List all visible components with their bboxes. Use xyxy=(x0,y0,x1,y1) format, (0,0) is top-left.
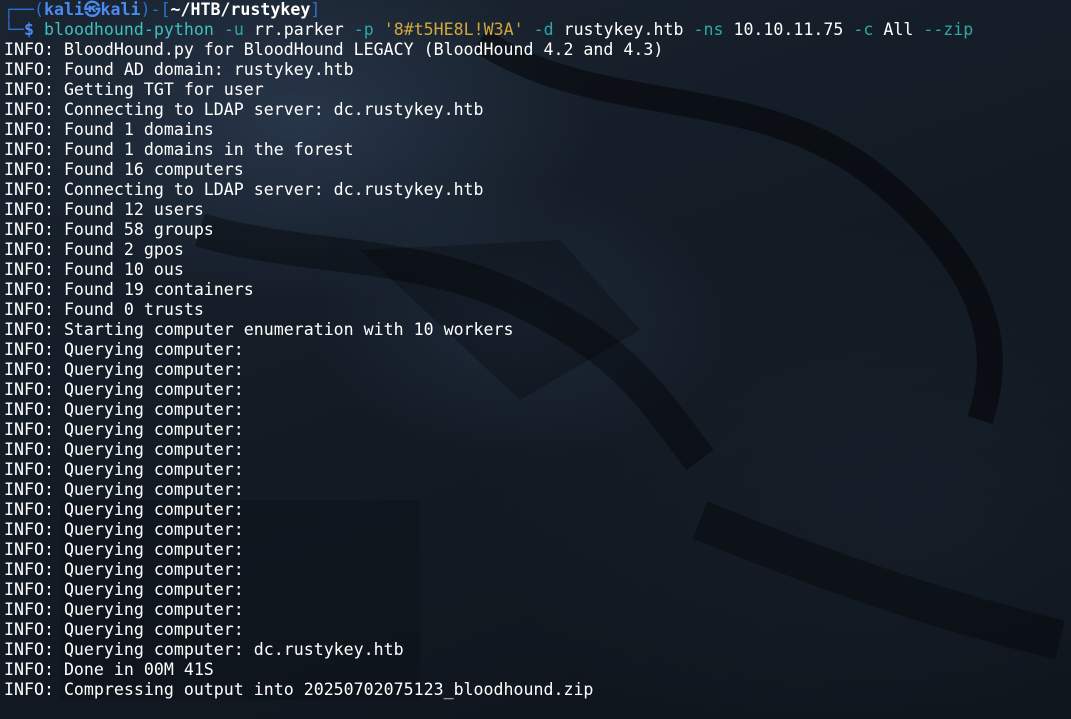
output-line: INFO: Found 10 ous xyxy=(4,260,184,279)
command-line[interactable]: └─$ bloodhound-python -u rr.parker -p '8… xyxy=(4,20,1071,40)
terminal-window[interactable]: ┌──(kali㉿kali)-[~/HTB/rustykey] └─$ bloo… xyxy=(4,0,1071,700)
output-line: INFO: Querying computer: dc.rustykey.htb xyxy=(4,640,404,659)
prompt-symbol: $ xyxy=(23,20,34,39)
command-flag: --zip xyxy=(923,20,974,39)
output-line: INFO: Querying computer: xyxy=(4,400,244,419)
output-line: INFO: Querying computer: xyxy=(4,420,244,439)
prompt-host: kali xyxy=(100,0,141,19)
output-line: INFO: Querying computer: xyxy=(4,540,244,559)
prompt-box-top: ┌──( xyxy=(4,0,44,19)
output-line: INFO: Querying computer: xyxy=(4,520,244,539)
command-arg: 10.10.11.75 xyxy=(733,20,844,39)
output-line: INFO: Found 58 groups xyxy=(4,220,214,239)
output-line: INFO: Querying computer: xyxy=(4,380,244,399)
prompt-box-end: ] xyxy=(310,0,321,19)
command-flag: -d xyxy=(533,20,554,39)
output-line: INFO: Found 1 domains xyxy=(4,120,214,139)
command-arg: rustykey.htb xyxy=(563,20,684,39)
prompt-path: ~/HTB/rustykey xyxy=(170,0,311,19)
output-line: INFO: Querying computer: xyxy=(4,500,244,519)
command-flag: -ns xyxy=(693,20,724,39)
command-output: INFO: BloodHound.py for BloodHound LEGAC… xyxy=(4,40,1071,700)
output-line: INFO: Querying computer: xyxy=(4,440,244,459)
command-program: bloodhound-python xyxy=(43,20,214,39)
output-line: INFO: Connecting to LDAP server: dc.rust… xyxy=(4,180,484,199)
output-line: INFO: Querying computer: xyxy=(4,600,244,619)
output-line: INFO: Querying computer: xyxy=(4,340,244,359)
prompt-header-line: ┌──(kali㉿kali)-[~/HTB/rustykey] xyxy=(4,0,1071,20)
output-line: INFO: Done in 00M 41S xyxy=(4,660,214,679)
prompt-box-bottom: └─ xyxy=(4,20,24,39)
output-line: INFO: Found 1 domains in the forest xyxy=(4,140,354,159)
output-line: INFO: Querying computer: xyxy=(4,560,244,579)
command-flag: -u xyxy=(223,20,244,39)
command-arg: All xyxy=(883,20,914,39)
command-flag: -c xyxy=(853,20,874,39)
output-line: INFO: Querying computer: xyxy=(4,580,244,599)
skull-icon: ㉿ xyxy=(83,0,101,19)
output-line: INFO: BloodHound.py for BloodHound LEGAC… xyxy=(4,40,664,59)
output-line: INFO: Found 16 computers xyxy=(4,160,244,179)
prompt-user: kali xyxy=(43,0,84,19)
output-line: INFO: Querying computer: xyxy=(4,360,244,379)
output-line: INFO: Found 2 gpos xyxy=(4,240,184,259)
output-line: INFO: Found 12 users xyxy=(4,200,204,219)
command-arg: rr.parker xyxy=(253,20,344,39)
command-arguments: -u rr.parker -p '8#t5HE8L!W3A' -d rustyk… xyxy=(214,20,973,39)
output-line: INFO: Starting computer enumeration with… xyxy=(4,320,514,339)
prompt-box-mid: )-[ xyxy=(140,0,171,19)
output-line: INFO: Found 19 containers xyxy=(4,280,254,299)
output-line: INFO: Querying computer: xyxy=(4,480,244,499)
output-line: INFO: Getting TGT for user xyxy=(4,80,264,99)
command-flag: -p xyxy=(353,20,374,39)
output-line: INFO: Compressing output into 2025070207… xyxy=(4,680,594,699)
output-line: INFO: Querying computer: xyxy=(4,460,244,479)
output-line: INFO: Found 0 trusts xyxy=(4,300,204,319)
output-line: INFO: Connecting to LDAP server: dc.rust… xyxy=(4,100,484,119)
output-line: INFO: Found AD domain: rustykey.htb xyxy=(4,60,354,79)
output-line: INFO: Querying computer: xyxy=(4,620,244,639)
command-str: '8#t5HE8L!W3A' xyxy=(383,20,524,39)
